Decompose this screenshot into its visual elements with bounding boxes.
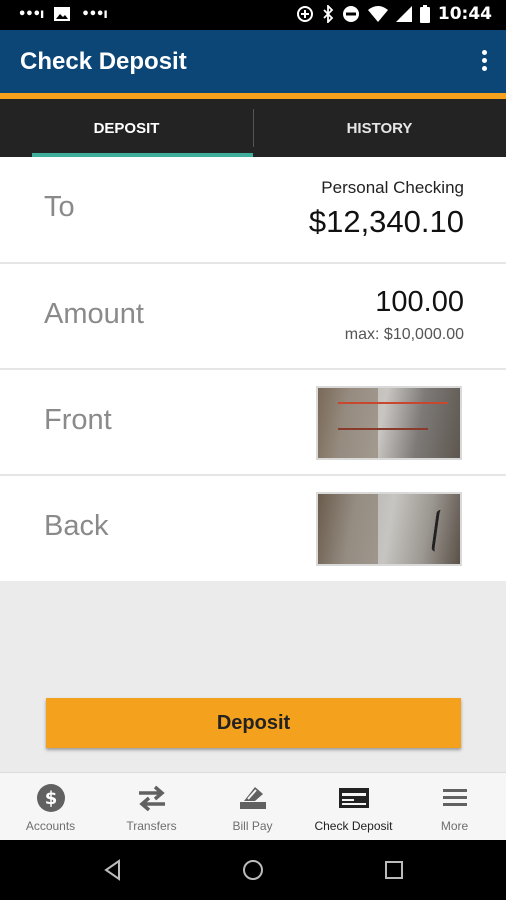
status-bar: •••ı •••ı 10:44 (0, 0, 506, 30)
back-triangle-icon[interactable] (101, 858, 125, 882)
page-title: Check Deposit (20, 48, 187, 75)
nav-label: More (440, 819, 469, 833)
wifi-icon (367, 6, 388, 22)
cell-signal-icon (395, 6, 412, 22)
nav-label: Transfers (126, 819, 177, 833)
bottom-nav: $ Accounts Transfers Bill Pay Check Depo… (0, 772, 506, 840)
nav-transfers[interactable]: Transfers (101, 773, 202, 841)
status-time: 10:44 (437, 4, 492, 24)
deposit-button[interactable]: Deposit (46, 698, 461, 748)
back-check-thumbnail[interactable] (316, 492, 462, 566)
svg-text:$: $ (44, 788, 57, 809)
transfer-arrows-icon (135, 783, 169, 813)
account-balance: $12,340.10 (308, 204, 464, 239)
system-nav-bar (0, 840, 506, 900)
home-circle-icon[interactable] (241, 858, 265, 882)
app-bar: Check Deposit (0, 30, 506, 93)
front-label: Front (44, 404, 112, 436)
nav-check-deposit[interactable]: Check Deposit (303, 773, 404, 841)
check-deposit-icon (337, 783, 371, 813)
recents-square-icon[interactable] (382, 858, 406, 882)
bill-pay-icon (236, 783, 270, 813)
front-check-thumbnail[interactable] (316, 386, 462, 460)
tab-deposit[interactable]: DEPOSIT (0, 99, 253, 157)
nav-bill-pay[interactable]: Bill Pay (202, 773, 303, 841)
amount-value[interactable]: 100.00 (375, 286, 464, 319)
bluetooth-icon (323, 5, 334, 23)
to-label: To (44, 191, 75, 223)
nav-label: Bill Pay (232, 819, 273, 833)
battery-icon (419, 5, 430, 23)
amount-max: max: $10,000.00 (344, 326, 464, 343)
dollar-circle-icon: $ (34, 783, 68, 813)
tab-bar: DEPOSIT HISTORY (0, 99, 506, 157)
back-label: Back (44, 510, 109, 542)
account-name: Personal Checking (321, 178, 464, 197)
nav-accounts[interactable]: $ Accounts (0, 773, 101, 841)
signal-dots-icon: •••ı (18, 6, 44, 22)
amount-label: Amount (44, 298, 144, 330)
amount-row[interactable]: Amount 100.00 max: $10,000.00 (0, 264, 506, 369)
overflow-menu-icon[interactable] (480, 50, 488, 76)
tab-history[interactable]: HISTORY (253, 99, 506, 157)
back-image-row[interactable]: Back (0, 476, 506, 581)
nav-label: Accounts (25, 819, 76, 833)
image-icon (54, 7, 71, 21)
data-saver-icon (296, 6, 313, 22)
do-not-disturb-icon (342, 6, 359, 22)
nav-more[interactable]: More (404, 773, 505, 841)
signal-dots-icon-2: •••ı (81, 6, 107, 22)
menu-icon (438, 783, 472, 813)
nav-label: Check Deposit (314, 819, 393, 833)
to-account-row[interactable]: To Personal Checking $12,340.10 (0, 157, 506, 262)
front-image-row[interactable]: Front (0, 370, 506, 475)
